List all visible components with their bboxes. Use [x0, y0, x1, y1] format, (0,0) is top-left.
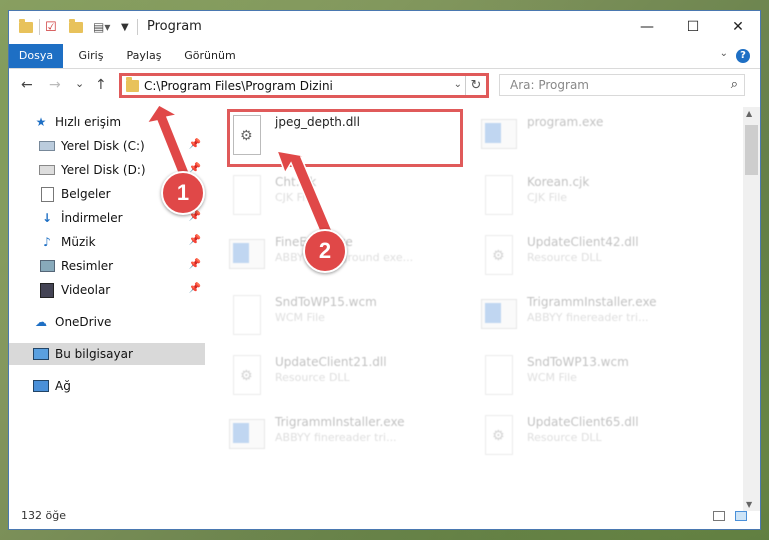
arrow-1	[145, 104, 192, 182]
step-2-badge: 2	[303, 229, 347, 273]
arrow-2	[275, 150, 334, 241]
annotation-arrows	[145, 104, 334, 241]
step-1-badge: 1	[161, 171, 205, 215]
explorer-window: ☑ ▤▾ ▼ Program — ☐ ✕ Dosya Giriş Paylaş …	[8, 10, 761, 530]
